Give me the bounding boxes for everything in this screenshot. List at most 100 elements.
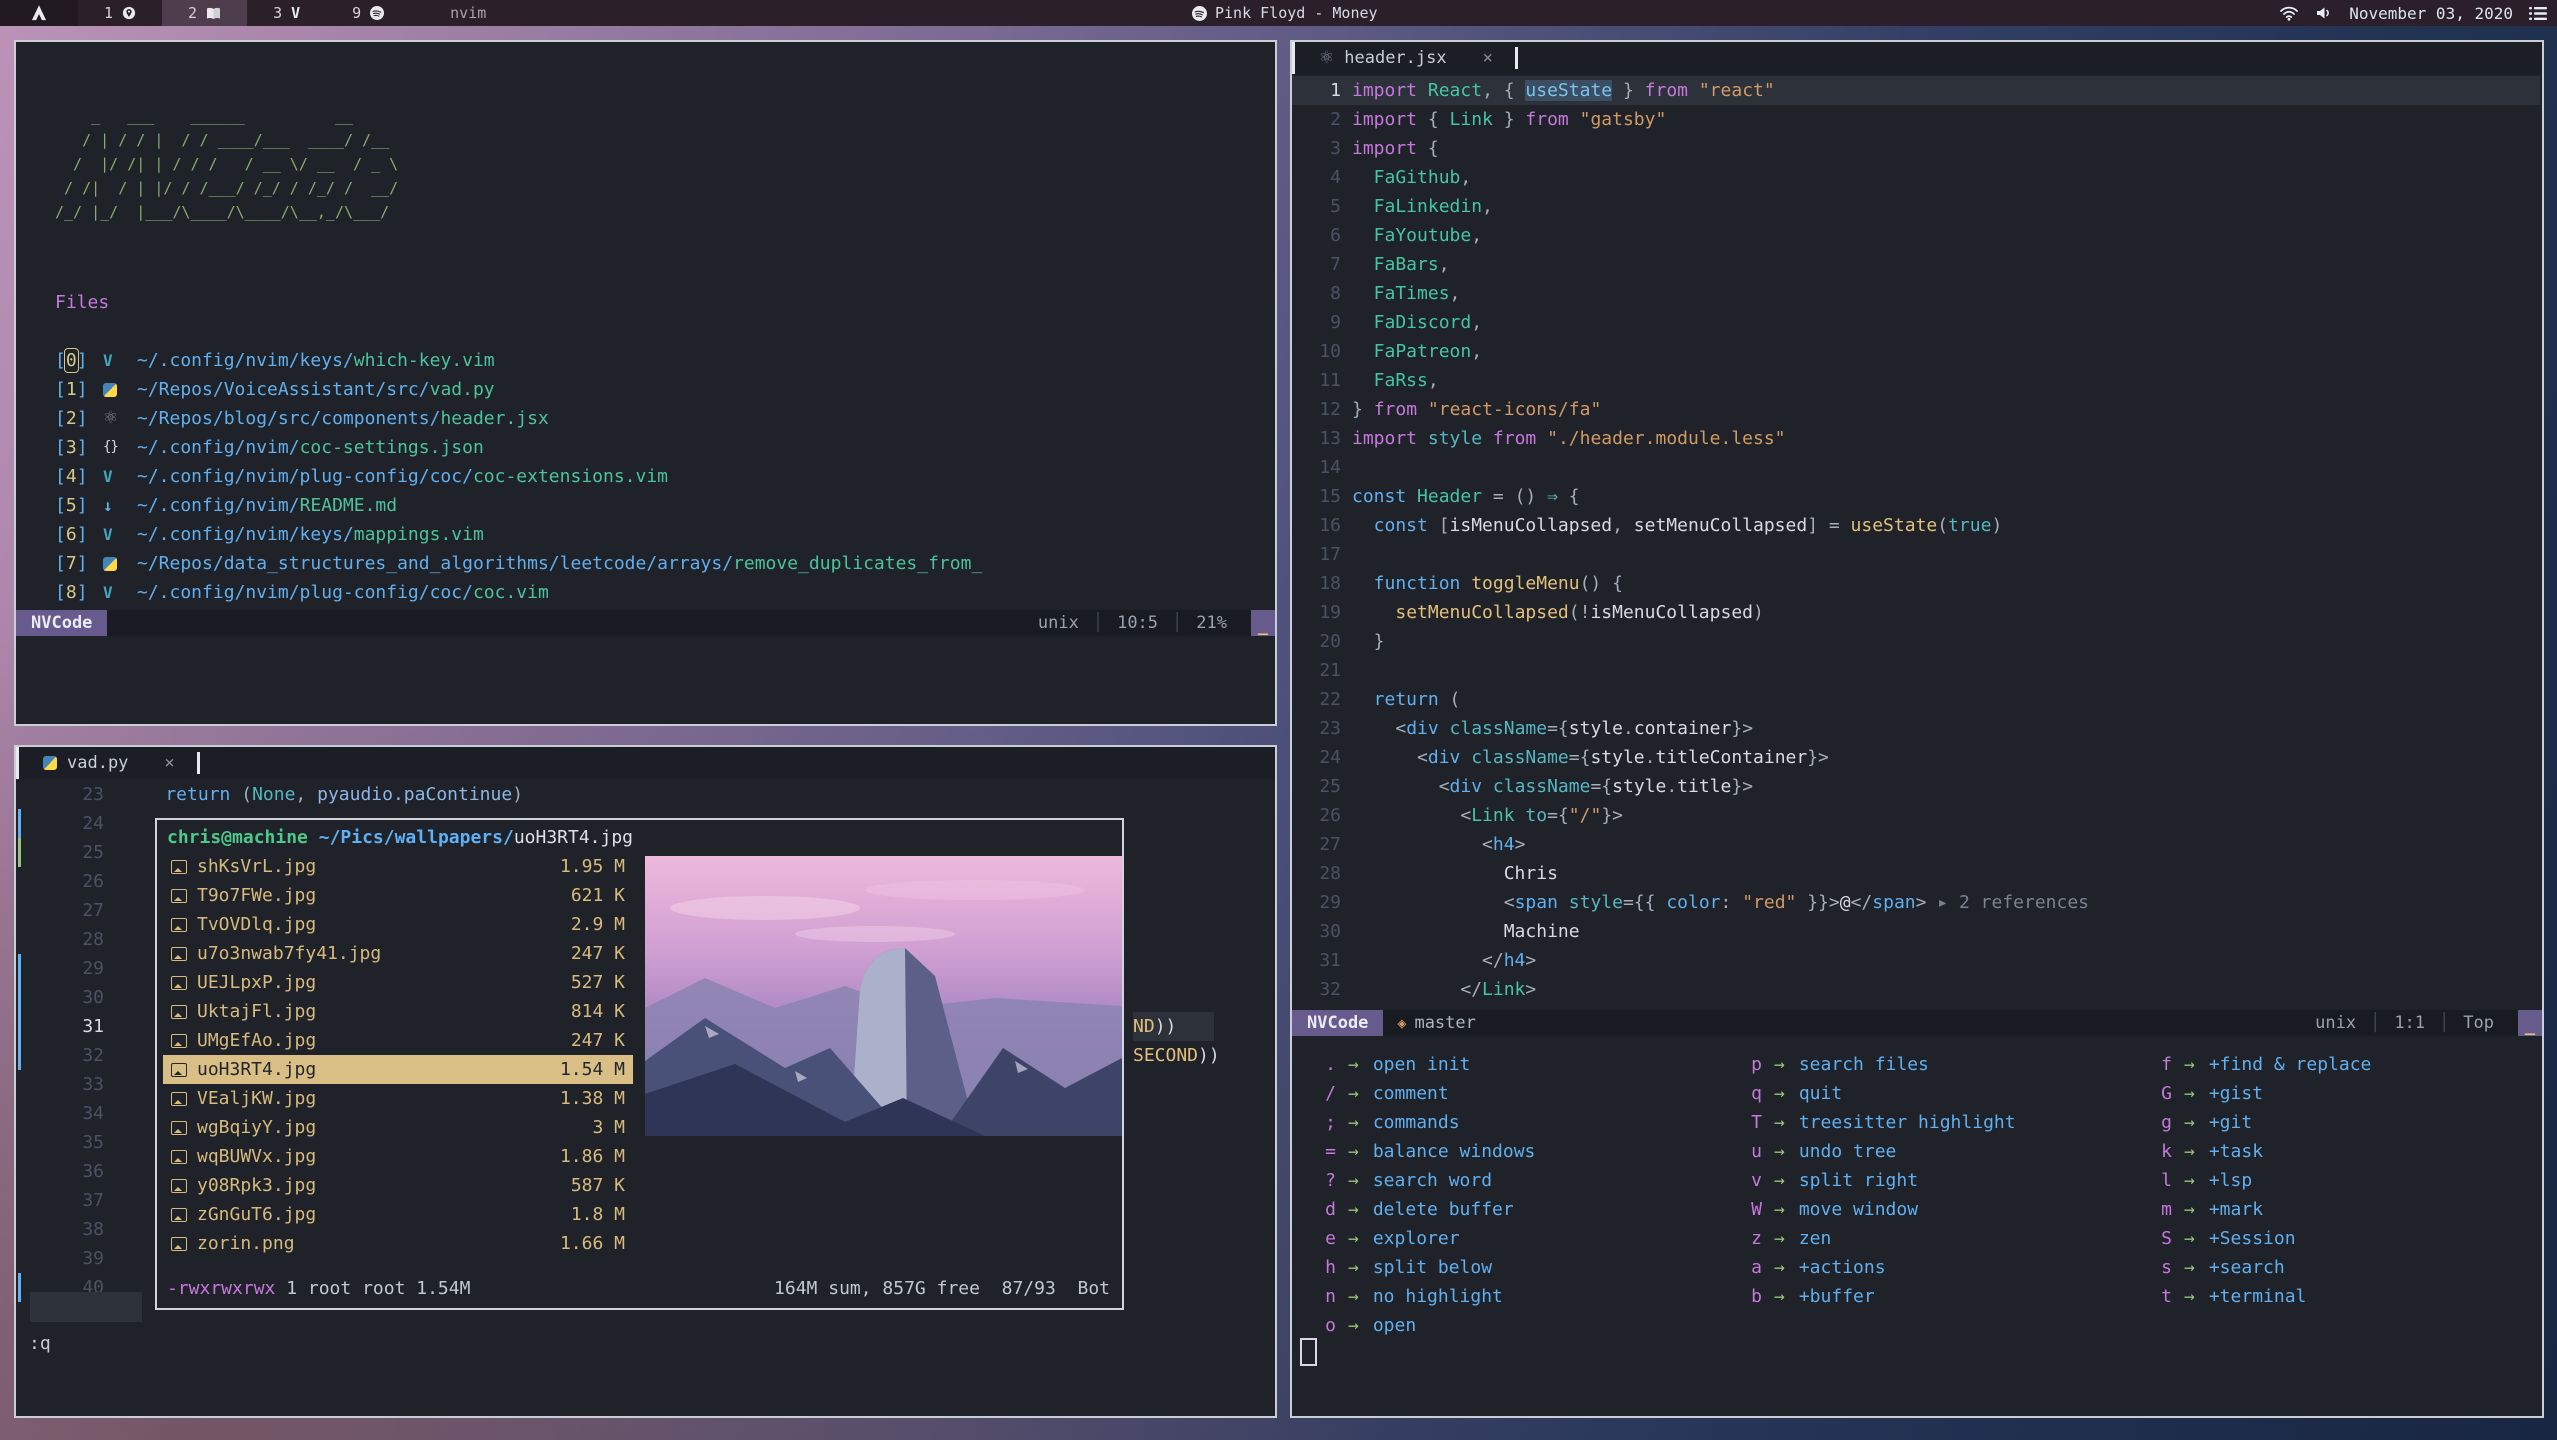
which-key-item-v[interactable]: v→split right	[1732, 1166, 2016, 1195]
start-file-entry[interactable]: [0]V~/.config/nvim/keys/which-key.vim	[55, 346, 982, 375]
workspace-1[interactable]: 1	[78, 0, 162, 26]
which-key-item-z[interactable]: z→zen	[1732, 1224, 2016, 1253]
line-number: 21	[1301, 656, 1341, 685]
code-line-25[interactable]: <div className={style.title}>	[1352, 772, 1753, 801]
file-row[interactable]: UMgEfAo.jpg247 K	[163, 1026, 633, 1055]
which-key-item-g[interactable]: g→+git	[2142, 1108, 2371, 1137]
file-row[interactable]: wqBUWVx.jpg1.86 M	[163, 1142, 633, 1171]
code-line-31[interactable]: </h4>	[1352, 946, 1536, 975]
which-key-item-s[interactable]: s→+search	[2142, 1253, 2371, 1282]
file-row[interactable]: wgBqiyY.jpg3 M	[163, 1113, 633, 1142]
which-key-item-q[interactable]: q→quit	[1732, 1079, 2016, 1108]
tab-label: header.jsx	[1344, 48, 1446, 68]
workspace-2[interactable]: 2	[162, 0, 247, 26]
which-key-item-T[interactable]: T→treesitter highlight	[1732, 1108, 2016, 1137]
close-icon[interactable]: ×	[164, 753, 174, 773]
code-line-13[interactable]: import style from "./header.module.less"	[1352, 424, 1786, 453]
which-key-item-f[interactable]: f→+find & replace	[2142, 1050, 2371, 1079]
file-row[interactable]: u7o3nwab7fy41.jpg247 K	[163, 939, 633, 968]
which-key-item-k[interactable]: k→+task	[2142, 1137, 2371, 1166]
code-line-18[interactable]: function toggleMenu() {	[1352, 569, 1623, 598]
file-row[interactable]: uoH3RT4.jpg1.54 M	[163, 1055, 633, 1084]
file-row[interactable]: T9o7FWe.jpg621 K	[163, 881, 633, 910]
which-key-item-e[interactable]: e→explorer	[1306, 1224, 1535, 1253]
file-row[interactable]: zorin.png1.66 M	[163, 1229, 633, 1258]
which-key-item-.[interactable]: .→open init	[1306, 1050, 1535, 1079]
code-line-5[interactable]: FaLinkedin,	[1352, 192, 1493, 221]
code-line-28[interactable]: Chris	[1352, 859, 1558, 888]
which-key-item-o[interactable]: o→open	[1306, 1311, 1535, 1340]
file-row[interactable]: shKsVrL.jpg1.95 M	[163, 852, 633, 881]
code-area-headerjsx: 1import React, { useState } from "react"…	[1292, 76, 2540, 1006]
line-number: 5	[1301, 192, 1341, 221]
code-line-9[interactable]: FaDiscord,	[1352, 308, 1482, 337]
gutter-sign	[18, 1041, 21, 1070]
code-line-30[interactable]: Machine	[1352, 917, 1580, 946]
which-key-item-;[interactable]: ;→commands	[1306, 1108, 1535, 1137]
code-line-7[interactable]: FaBars,	[1352, 250, 1450, 279]
start-file-entry[interactable]: [6]V~/.config/nvim/keys/mappings.vim	[55, 520, 982, 549]
code-line-2[interactable]: import { Link } from "gatsby"	[1352, 105, 1666, 134]
code-line-31[interactable]: ND))	[1133, 1012, 1214, 1041]
start-file-entry[interactable]: [5]↓~/.config/nvim/README.md	[55, 491, 982, 520]
code-line-4[interactable]: FaGithub,	[1352, 163, 1471, 192]
menu-icon[interactable]	[2529, 6, 2547, 21]
code-line-3[interactable]: import {	[1352, 134, 1439, 163]
start-file-entry[interactable]: [3]{}~/.config/nvim/coc-settings.json	[55, 433, 982, 462]
which-key-item-l[interactable]: l→+lsp	[2142, 1166, 2371, 1195]
code-line-20[interactable]: }	[1352, 627, 1385, 656]
which-key-item-?[interactable]: ?→search word	[1306, 1166, 1535, 1195]
code-line-16[interactable]: const [isMenuCollapsed, setMenuCollapsed…	[1352, 511, 2002, 540]
command-line[interactable]: :q	[29, 1333, 51, 1354]
file-row[interactable]: TvOVDlq.jpg2.9 M	[163, 910, 633, 939]
code-line-6[interactable]: FaYoutube,	[1352, 221, 1482, 250]
which-key-item-=[interactable]: =→balance windows	[1306, 1137, 1535, 1166]
code-line-19[interactable]: setMenuCollapsed(!isMenuCollapsed)	[1352, 598, 1764, 627]
code-line-1[interactable]: import React, { useState } from "react"	[1352, 76, 1775, 105]
code-line-24[interactable]: <div className={style.titleContainer}>	[1352, 743, 1829, 772]
code-line-29[interactable]: <span style={{ color: "red" }}>@</span> …	[1352, 888, 2089, 917]
code-line-15[interactable]: const Header = () ⇒ {	[1352, 482, 1580, 511]
which-key-item-p[interactable]: p→search files	[1732, 1050, 2016, 1079]
tab-vadpy[interactable]: vad.py ×	[43, 752, 200, 774]
which-key-item-G[interactable]: G→+gist	[2142, 1079, 2371, 1108]
code-line-27[interactable]: <h4>	[1352, 830, 1525, 859]
file-row[interactable]: zGnGuT6.jpg1.8 M	[163, 1200, 633, 1229]
which-key-item-S[interactable]: S→+Session	[2142, 1224, 2371, 1253]
which-key-item-a[interactable]: a→+actions	[1732, 1253, 2016, 1282]
start-file-entry[interactable]: [1]~/Repos/VoiceAssistant/src/vad.py	[55, 375, 982, 404]
which-key-item-u[interactable]: u→undo tree	[1732, 1137, 2016, 1166]
file-row[interactable]: UktajFl.jpg814 K	[163, 997, 633, 1026]
code-line-32[interactable]: SECOND))	[1133, 1041, 1220, 1070]
start-file-entry[interactable]: [7]~/Repos/data_structures_and_algorithm…	[55, 549, 982, 578]
which-key-item-h[interactable]: h→split below	[1306, 1253, 1535, 1282]
code-line-10[interactable]: FaPatreon,	[1352, 337, 1482, 366]
code-line-11[interactable]: FaRss,	[1352, 366, 1439, 395]
code-line-26[interactable]: <Link to={"/"}>	[1352, 801, 1623, 830]
which-key-item-n[interactable]: n→no highlight	[1306, 1282, 1535, 1311]
code-line-23[interactable]: <div className={style.container}>	[1352, 714, 1753, 743]
which-key-item-W[interactable]: W→move window	[1732, 1195, 2016, 1224]
code-line-32[interactable]: </Link>	[1352, 975, 1536, 1004]
workspace-3[interactable]: 3V	[247, 0, 326, 26]
which-key-item-m[interactable]: m→+mark	[2142, 1195, 2371, 1224]
close-icon[interactable]: ×	[1483, 48, 1493, 68]
which-key-item-t[interactable]: t→+terminal	[2142, 1282, 2371, 1311]
which-key-item-/[interactable]: /→comment	[1306, 1079, 1535, 1108]
file-row[interactable]: UEJLpxP.jpg527 K	[163, 968, 633, 997]
start-file-entry[interactable]: [4]V~/.config/nvim/plug-config/coc/coc-e…	[55, 462, 982, 491]
which-key-item-b[interactable]: b→+buffer	[1732, 1282, 2016, 1311]
workspace-9[interactable]: 9	[326, 0, 410, 26]
tab-headerjsx[interactable]: ⚛ header.jsx ×	[1319, 47, 1518, 69]
line-number: 14	[1301, 453, 1341, 482]
code-line-8[interactable]: FaTimes,	[1352, 279, 1460, 308]
file-row[interactable]: VEaljKW.jpg1.38 M	[163, 1084, 633, 1113]
start-file-entry[interactable]: [2]⚛~/Repos/blog/src/components/header.j…	[55, 404, 982, 433]
which-key-item-d[interactable]: d→delete buffer	[1306, 1195, 1535, 1224]
line-number: 12	[1301, 395, 1341, 424]
code-line-12[interactable]: } from "react-icons/fa"	[1352, 395, 1601, 424]
start-file-entry[interactable]: [8]V~/.config/nvim/plug-config/coc/coc.v…	[55, 578, 982, 607]
code-line-23[interactable]: return (None, pyaudio.paContinue)	[122, 780, 523, 809]
code-line-22[interactable]: return (	[1352, 685, 1460, 714]
file-row[interactable]: y08Rpk3.jpg587 K	[163, 1171, 633, 1200]
